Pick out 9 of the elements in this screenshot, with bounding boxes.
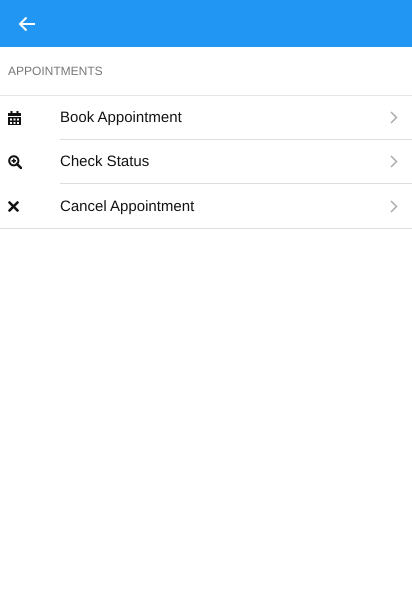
close-icon xyxy=(8,200,19,212)
chevron-icon xyxy=(390,200,398,212)
chevron-icon xyxy=(390,155,398,168)
menu-item[interactable]: Check Status xyxy=(0,140,412,184)
zoom-in-icon xyxy=(8,155,22,169)
section-header: APPOINTMENTS xyxy=(8,64,103,78)
calendar-icon xyxy=(8,111,21,125)
menu-item[interactable]: Book Appointment xyxy=(0,96,412,140)
chevron-icon xyxy=(390,111,398,124)
